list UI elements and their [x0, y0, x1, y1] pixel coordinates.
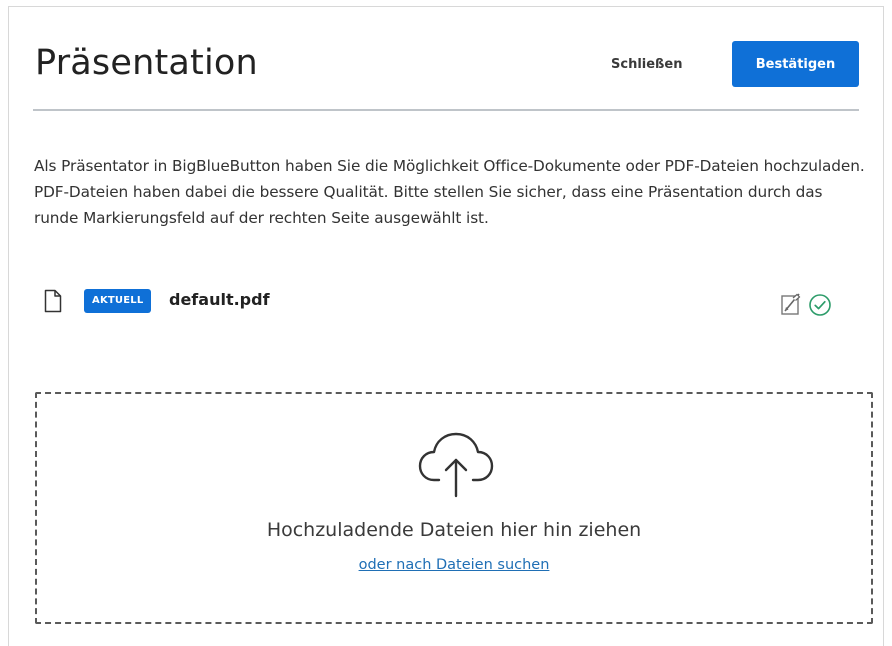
file-name: default.pdf: [169, 290, 270, 309]
check-circle-icon[interactable]: [808, 293, 832, 317]
cloud-upload-icon: [418, 432, 494, 498]
modal-description: Als Präsentator in BigBlueButton haben S…: [34, 157, 865, 227]
modal-header: Präsentation Schließen Bestätigen: [33, 7, 859, 111]
confirm-button[interactable]: Bestätigen: [732, 41, 859, 87]
file-icon: [44, 289, 62, 313]
modal-title: Präsentation: [35, 43, 258, 83]
close-button[interactable]: Schließen: [603, 49, 690, 79]
download-disabled-icon[interactable]: [780, 291, 802, 317]
browse-files-link-wrapper: oder nach Dateien suchen: [37, 554, 871, 576]
file-list-item: AKTUELL default.pdf: [34, 283, 854, 323]
presentation-modal: Präsentation Schließen Bestätigen Als Pr…: [8, 6, 884, 646]
dropzone-text: Hochzuladende Dateien hier hin ziehen: [266, 519, 642, 541]
current-badge: AKTUELL: [84, 289, 152, 313]
browse-files-link[interactable]: oder nach Dateien suchen: [359, 557, 550, 573]
file-dropzone[interactable]: Hochzuladende Dateien hier hin ziehen od…: [35, 392, 873, 624]
